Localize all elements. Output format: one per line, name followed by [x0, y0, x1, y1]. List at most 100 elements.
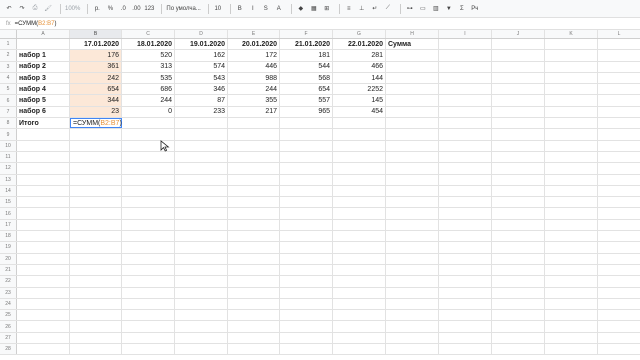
cell-c3[interactable]: 313: [122, 61, 175, 72]
cell-c5[interactable]: 686: [122, 84, 175, 95]
empty-cell[interactable]: [439, 276, 492, 287]
empty-cell[interactable]: [333, 310, 386, 321]
empty-cell[interactable]: [70, 197, 122, 208]
empty-cell[interactable]: [175, 287, 228, 298]
zoom-select[interactable]: 100%: [65, 2, 80, 16]
empty-cell[interactable]: [333, 185, 386, 197]
empty-cell[interactable]: [492, 287, 545, 298]
empty-cell[interactable]: [122, 185, 175, 197]
empty-cell[interactable]: [492, 344, 545, 355]
empty-cell[interactable]: [545, 129, 598, 140]
column-header-c[interactable]: C: [122, 30, 175, 38]
empty-cell[interactable]: [598, 175, 640, 185]
empty-cell[interactable]: [228, 298, 280, 310]
empty-cell[interactable]: [545, 321, 598, 332]
cell-d7[interactable]: 233: [175, 106, 228, 118]
empty-cell[interactable]: [70, 332, 122, 344]
empty-cell[interactable]: [17, 332, 70, 344]
empty-cell[interactable]: [228, 310, 280, 321]
formula-bar[interactable]: fx =СУММ(B2:B7): [0, 18, 640, 30]
empty-cell[interactable]: [598, 129, 640, 139]
empty-cell[interactable]: [122, 321, 175, 332]
empty-cell[interactable]: [598, 242, 640, 252]
empty-cell[interactable]: [386, 140, 439, 151]
empty-cell[interactable]: [333, 264, 386, 276]
empty-cell[interactable]: [70, 219, 122, 231]
empty-cell[interactable]: [333, 208, 386, 219]
empty-cell[interactable]: [598, 186, 640, 196]
empty-cell[interactable]: [545, 208, 598, 219]
print-icon[interactable]: ⎙: [30, 2, 40, 16]
empty-cell[interactable]: [175, 151, 228, 163]
empty-cell[interactable]: [17, 185, 70, 197]
empty-cell[interactable]: [598, 276, 640, 286]
halign-icon[interactable]: ≡: [344, 2, 354, 16]
strike-button[interactable]: S: [261, 2, 271, 16]
cell-f6[interactable]: 557: [280, 95, 333, 106]
cell-l6[interactable]: [598, 95, 640, 105]
font-size-select[interactable]: 10: [213, 2, 223, 16]
empty-cell[interactable]: [228, 242, 280, 253]
empty-cell[interactable]: [175, 185, 228, 197]
cell-b5[interactable]: 654: [70, 84, 122, 95]
empty-cell[interactable]: [439, 310, 492, 321]
empty-cell[interactable]: [17, 163, 70, 174]
empty-cell[interactable]: [70, 298, 122, 310]
empty-cell[interactable]: [280, 185, 333, 197]
column-header-a[interactable]: A: [17, 30, 70, 38]
empty-cell[interactable]: [280, 276, 333, 287]
cell-e7[interactable]: 217: [228, 106, 280, 118]
empty-cell[interactable]: [333, 174, 386, 185]
empty-cell[interactable]: [545, 174, 598, 185]
cell-i5[interactable]: [439, 84, 492, 95]
empty-cell[interactable]: [122, 242, 175, 253]
empty-cell[interactable]: [545, 185, 598, 197]
empty-cell[interactable]: [333, 321, 386, 332]
cell-j2[interactable]: [492, 50, 545, 61]
empty-cell[interactable]: [439, 264, 492, 276]
empty-cell[interactable]: [386, 151, 439, 163]
empty-cell[interactable]: [280, 197, 333, 208]
empty-cell[interactable]: [228, 276, 280, 287]
empty-cell[interactable]: [70, 140, 122, 151]
empty-cell[interactable]: [333, 332, 386, 344]
empty-cell[interactable]: [439, 197, 492, 208]
empty-cell[interactable]: [70, 129, 122, 140]
comment-icon[interactable]: ▭: [418, 2, 428, 16]
empty-cell[interactable]: [386, 276, 439, 287]
empty-cell[interactable]: [333, 298, 386, 310]
empty-cell[interactable]: [122, 332, 175, 344]
input-tools-icon[interactable]: Рч: [470, 2, 480, 16]
empty-cell[interactable]: [492, 298, 545, 310]
cell-f4[interactable]: 568: [280, 72, 333, 84]
empty-cell[interactable]: [175, 344, 228, 355]
empty-cell[interactable]: [598, 197, 640, 207]
empty-cell[interactable]: [598, 321, 640, 331]
empty-cell[interactable]: [17, 264, 70, 276]
row-header[interactable]: 15: [0, 197, 17, 208]
empty-cell[interactable]: [439, 140, 492, 151]
cell-l5[interactable]: [598, 84, 640, 94]
empty-cell[interactable]: [598, 208, 640, 218]
empty-cell[interactable]: [545, 242, 598, 253]
fill-color-icon[interactable]: ◆: [296, 2, 306, 16]
cell-a8[interactable]: Итого: [17, 118, 70, 129]
empty-cell[interactable]: [545, 264, 598, 276]
empty-cell[interactable]: [122, 344, 175, 355]
empty-cell[interactable]: [492, 219, 545, 231]
empty-cell[interactable]: [386, 298, 439, 310]
empty-cell[interactable]: [545, 253, 598, 264]
undo-icon[interactable]: ↶: [4, 2, 14, 16]
row-header[interactable]: 25: [0, 310, 17, 321]
empty-cell[interactable]: [175, 253, 228, 264]
empty-cell[interactable]: [545, 310, 598, 321]
empty-cell[interactable]: [545, 151, 598, 163]
empty-cell[interactable]: [492, 185, 545, 197]
empty-cell[interactable]: [280, 174, 333, 185]
row-header[interactable]: 8: [0, 118, 17, 129]
cell-e1[interactable]: 20.01.2020: [228, 39, 280, 50]
cell-g4[interactable]: 144: [333, 72, 386, 84]
cell-f5[interactable]: 654: [280, 84, 333, 95]
empty-cell[interactable]: [386, 287, 439, 298]
empty-cell[interactable]: [175, 276, 228, 287]
